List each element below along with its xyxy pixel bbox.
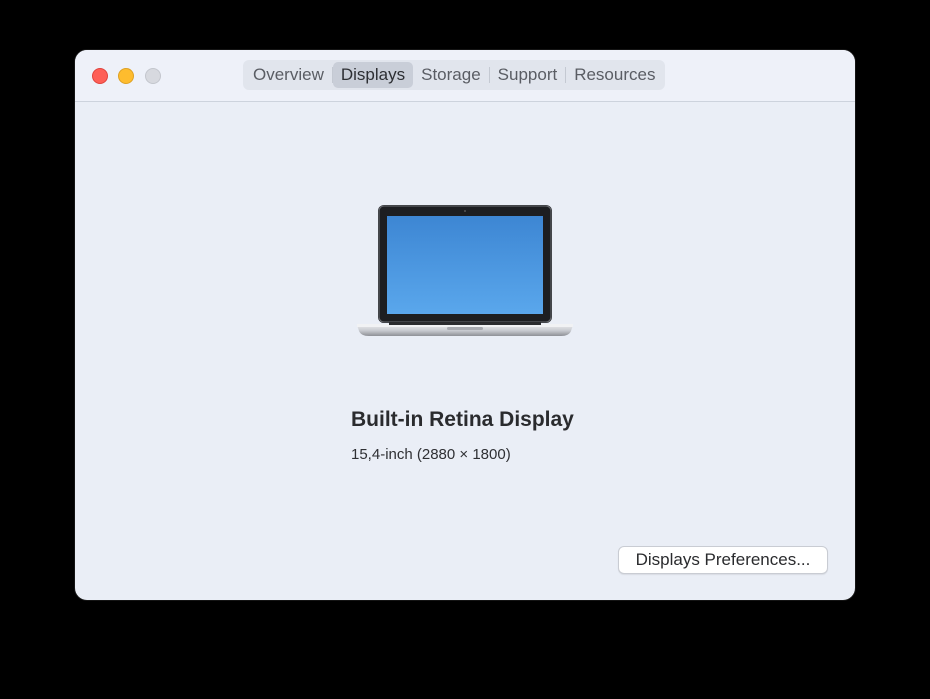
displays-preferences-button[interactable]: Displays Preferences... — [618, 546, 828, 574]
tab-support[interactable]: Support — [490, 62, 566, 88]
zoom-button — [145, 68, 161, 84]
minimize-button[interactable] — [118, 68, 134, 84]
titlebar: Overview Displays Storage Support Resour… — [75, 50, 855, 102]
laptop-icon — [357, 205, 573, 336]
tab-overview[interactable]: Overview — [245, 62, 332, 88]
tab-resources[interactable]: Resources — [566, 62, 663, 88]
tab-bar: Overview Displays Storage Support Resour… — [243, 60, 666, 90]
about-this-mac-window: Overview Displays Storage Support Resour… — [75, 50, 855, 600]
close-button[interactable] — [92, 68, 108, 84]
display-details: 15,4-inch (2880 × 1800) — [351, 446, 511, 463]
tab-storage[interactable]: Storage — [413, 62, 489, 88]
tab-displays[interactable]: Displays — [332, 62, 414, 88]
display-name: Built-in Retina Display — [351, 408, 574, 431]
